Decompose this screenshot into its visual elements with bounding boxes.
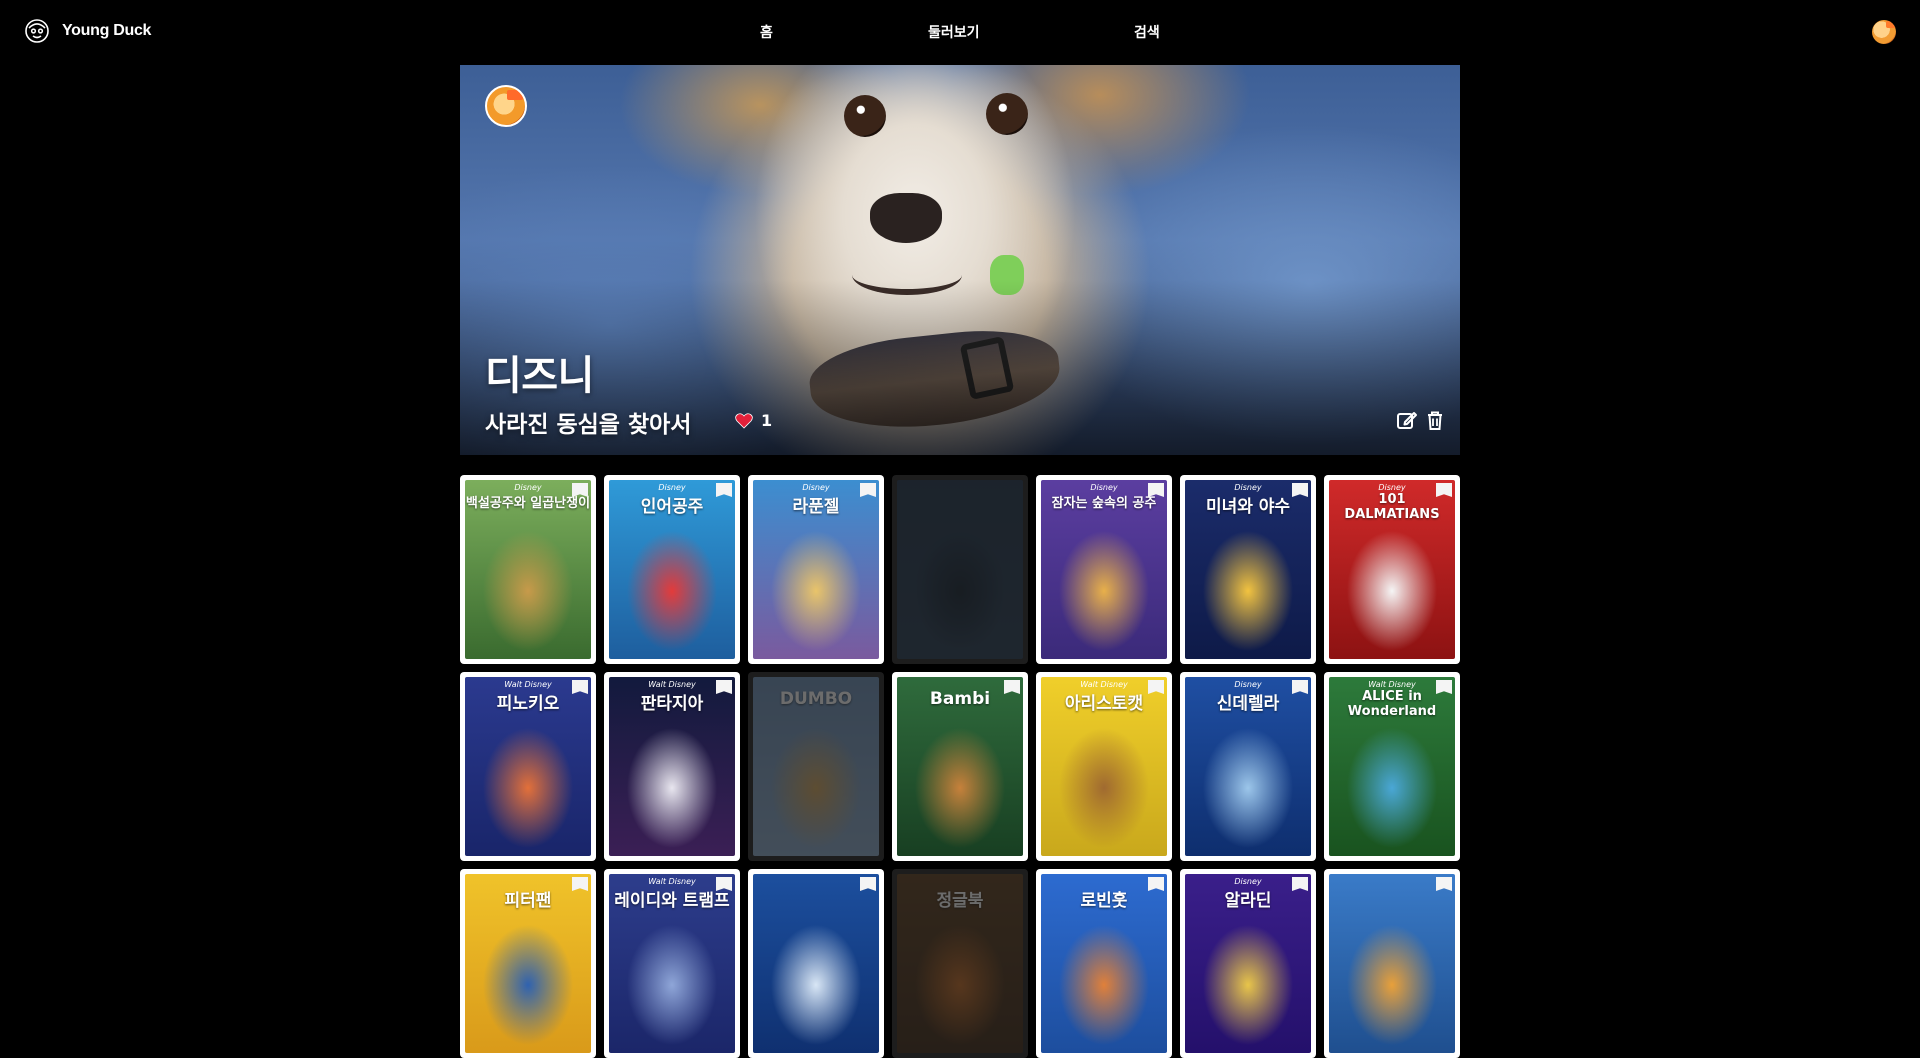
owner-avatar[interactable]: [485, 85, 527, 127]
poster-card[interactable]: [748, 869, 884, 1058]
poster-title: DUMBO: [779, 689, 853, 709]
poster-card[interactable]: Walt Disney ALICE in Wonderland: [1324, 672, 1460, 861]
poster-image: 피터팬: [465, 874, 591, 1053]
poster-card[interactable]: Walt Disney 아리스토캣: [1036, 672, 1172, 861]
poster-image: 로빈훗: [1041, 874, 1167, 1053]
poster-grid: Disney 백설공주와 일곱난쟁이 Disney 인어공주 Disney 라푼젤 Disn…: [460, 475, 1460, 1058]
poster-card[interactable]: Disney 라푼젤: [748, 475, 884, 664]
poster-image: Disney 신데렐라: [1185, 677, 1311, 856]
poster-card[interactable]: 피터팬: [460, 869, 596, 1058]
poster-card[interactable]: [892, 475, 1028, 664]
poster-card[interactable]: Disney 101 DALMATIANS: [1324, 475, 1460, 664]
poster-image: Disney 잠자는 숲속의 공주: [1041, 480, 1167, 659]
poster-card[interactable]: Disney 신데렐라: [1180, 672, 1316, 861]
poster-image: Walt Disney ALICE in Wonderland: [1329, 677, 1455, 856]
hero-shade: [460, 65, 1460, 455]
collection-subtitle: 사라진 동심을 찾아서: [485, 412, 692, 438]
poster-card[interactable]: 로빈훗: [1036, 869, 1172, 1058]
poster-image: Disney 101 DALMATIANS: [1329, 480, 1455, 659]
profile-avatar[interactable]: [1872, 20, 1896, 44]
top-header: Young Duck 홈 둘러보기 검색: [0, 0, 1920, 64]
poster-image: 정글북: [897, 874, 1023, 1053]
poster-image: Walt Disney 판타지아: [609, 677, 735, 856]
poster-card[interactable]: [1324, 869, 1460, 1058]
poster-card[interactable]: DUMBO: [748, 672, 884, 861]
poster-card[interactable]: Disney 알라딘: [1180, 869, 1316, 1058]
like-count: 1: [761, 411, 773, 430]
like-button[interactable]: 1: [735, 411, 772, 430]
poster-image: Walt Disney 레이디와 트램프: [609, 874, 735, 1053]
poster-image: Disney 알라딘: [1185, 874, 1311, 1053]
nav-browse[interactable]: 둘러보기: [928, 22, 980, 42]
trash-icon[interactable]: [1424, 409, 1446, 431]
poster-card[interactable]: Bambi: [892, 672, 1028, 861]
bookmark-badge-icon: [860, 877, 876, 891]
poster-image: Walt Disney 아리스토캣: [1041, 677, 1167, 856]
poster-card[interactable]: Disney 미녀와 야수: [1180, 475, 1316, 664]
main-nav: 홈 둘러보기 검색: [0, 22, 1920, 42]
collection-title: 디즈니: [485, 353, 594, 399]
poster-image: [753, 874, 879, 1053]
poster-image: DUMBO: [753, 677, 879, 856]
poster-card[interactable]: Walt Disney 피노키오: [460, 672, 596, 861]
poster-image: [1329, 874, 1455, 1053]
bookmark-badge-icon: [1436, 877, 1452, 891]
poster-card[interactable]: Disney 잠자는 숲속의 공주: [1036, 475, 1172, 664]
poster-card[interactable]: Disney 백설공주와 일곱난쟁이: [460, 475, 596, 664]
poster-image: Disney 라푼젤: [753, 480, 879, 659]
collection-hero: 디즈니 사라진 동심을 찾아서 1: [460, 65, 1460, 455]
poster-image: Walt Disney 피노키오: [465, 677, 591, 856]
poster-title: 정글북: [936, 891, 984, 911]
poster-image: Disney 인어공주: [609, 480, 735, 659]
poster-image: Bambi: [897, 677, 1023, 856]
nav-home[interactable]: 홈: [760, 22, 773, 42]
poster-card[interactable]: Disney 인어공주: [604, 475, 740, 664]
hero-actions: [1396, 409, 1446, 431]
poster-card[interactable]: Walt Disney 판타지아: [604, 672, 740, 861]
poster-card[interactable]: 정글북: [892, 869, 1028, 1058]
poster-image: Disney 미녀와 야수: [1185, 480, 1311, 659]
poster-image: [897, 480, 1023, 659]
edit-icon[interactable]: [1396, 409, 1418, 431]
poster-image: Disney 백설공주와 일곱난쟁이: [465, 480, 591, 659]
heart-icon: [735, 412, 753, 429]
nav-search[interactable]: 검색: [1134, 22, 1160, 42]
poster-card[interactable]: Walt Disney 레이디와 트램프: [604, 869, 740, 1058]
